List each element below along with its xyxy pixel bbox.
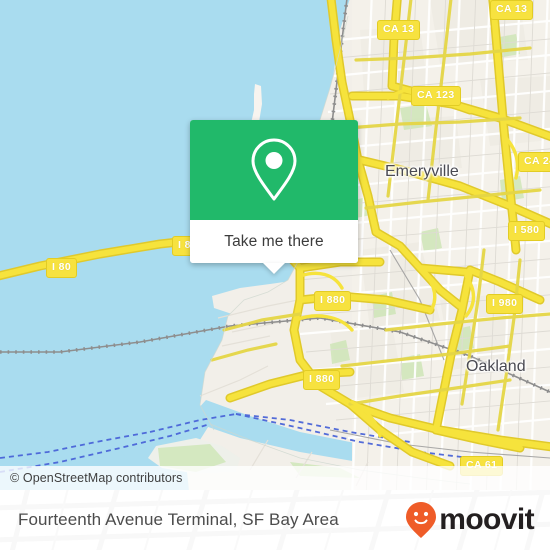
poi-card-footer[interactable]: Take me there — [190, 220, 358, 274]
road-shield-i880-a[interactable]: I 880 — [314, 291, 352, 311]
road-shield-i580[interactable]: I 580 — [508, 221, 546, 241]
road-shield-ca123[interactable]: CA 123 — [411, 86, 461, 106]
map-attribution-bar: © OpenStreetMap contributors — [0, 466, 550, 490]
attribution-text[interactable]: © OpenStreetMap contributors — [0, 471, 183, 485]
road-shield-ca24[interactable]: CA 24 — [518, 152, 550, 172]
moovit-smiley-pin-icon — [406, 502, 437, 538]
moovit-logo[interactable]: moovit — [405, 501, 535, 539]
page-title: Fourteenth Avenue Terminal, SF Bay Area — [18, 510, 339, 529]
map-canvas[interactable]: CA 13 CA 13 CA 123 CA 24 I 580 I 880 I 9… — [0, 0, 550, 490]
road-shield-ca13-b[interactable]: CA 13 — [490, 0, 534, 20]
road-shield-i980[interactable]: I 980 — [486, 294, 524, 314]
map-screenshot: CA 13 CA 13 CA 123 CA 24 I 580 I 880 I 9… — [0, 0, 550, 550]
place-label-emeryville: Emeryville — [385, 163, 459, 180]
poi-card-header — [190, 120, 358, 220]
moovit-wordmark: moovit — [439, 503, 534, 536]
footer-bar: Fourteenth Avenue Terminal, SF Bay Area … — [0, 490, 550, 550]
place-label-oakland: Oakland — [466, 358, 526, 375]
poi-popup-card[interactable]: Take me there — [190, 120, 358, 274]
poi-card-tail — [263, 263, 285, 274]
take-me-there-label: Take me there — [224, 232, 324, 250]
road-shield-i880-b[interactable]: I 880 — [303, 370, 341, 390]
road-shield-ca13-a[interactable]: CA 13 — [377, 20, 421, 40]
location-pin-icon — [251, 138, 297, 201]
road-shield-i80-a[interactable]: I 80 — [46, 258, 78, 278]
